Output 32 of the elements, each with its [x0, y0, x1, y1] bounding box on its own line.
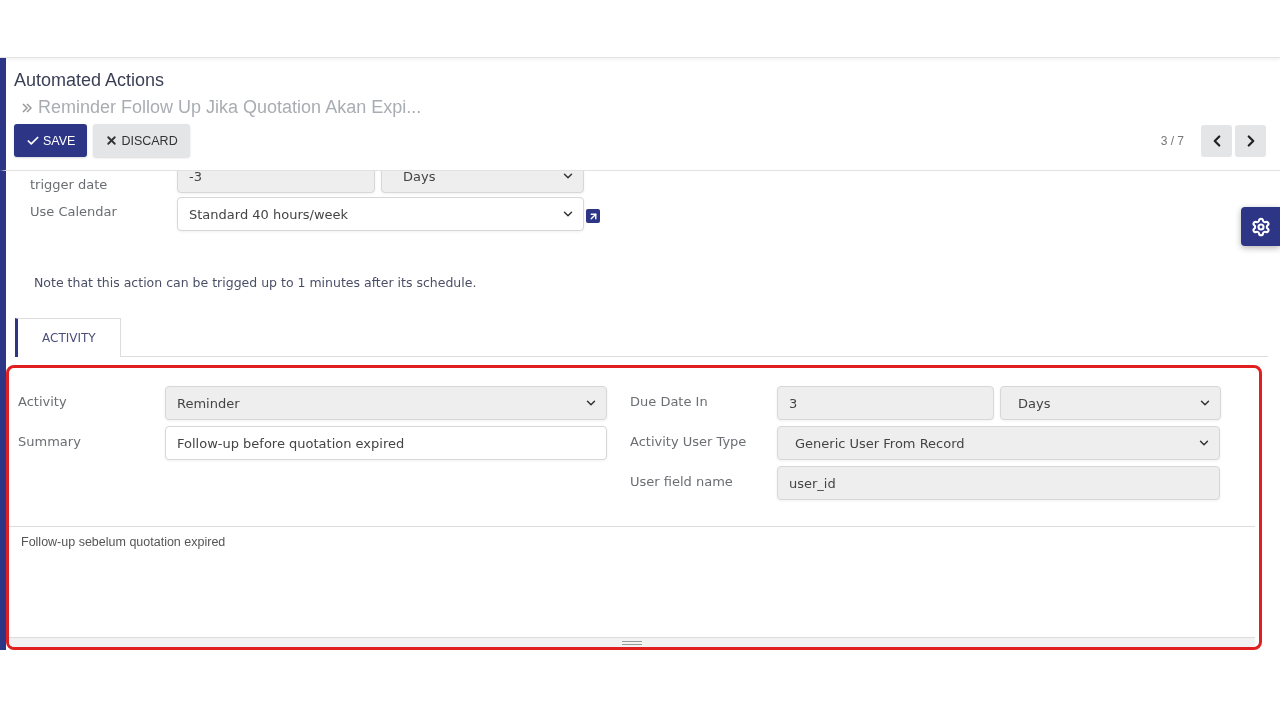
discard-button[interactable]: DISCARD [93, 124, 190, 157]
resize-handle[interactable] [9, 637, 1255, 647]
settings-button[interactable] [1241, 207, 1280, 246]
select-field[interactable]: Reminder [165, 386, 607, 420]
pager-counter: 3 / 7 [1160, 133, 1184, 148]
field-label: Summary [18, 433, 82, 449]
gear-icon [1250, 216, 1271, 237]
field-label: Activity User Type [630, 433, 748, 449]
record-name: Reminder Follow Up Jika Quotation Akan Expi... [38, 97, 422, 118]
field-label: Use Calendar [30, 203, 118, 219]
note-text: Follow-up sebelum quotation expired [21, 535, 226, 549]
next-button[interactable] [1235, 124, 1266, 157]
external-link-icon[interactable] [586, 209, 600, 223]
double-chevron-icon [22, 102, 32, 113]
input-field[interactable]: user_id [777, 466, 1220, 500]
field-label: Due Date In [630, 393, 709, 409]
unit-select[interactable]: Days [381, 171, 584, 193]
select-field[interactable]: Standard 40 hours/week [177, 197, 584, 231]
schedule-note: Note that this action can be trigged up to 1 minutes after its schedule. [34, 275, 478, 290]
field-label: Activity [18, 393, 68, 409]
unit-select[interactable]: Days [1000, 386, 1221, 420]
save-button[interactable]: SAVE [14, 124, 88, 157]
page-title: Automated Actions [14, 70, 166, 91]
number-field[interactable]: 3 [777, 386, 994, 420]
select-field[interactable]: Generic User From Record [777, 426, 1220, 460]
field-label: trigger date [30, 176, 109, 192]
input-field[interactable]: Follow-up before quotation expired [165, 426, 607, 460]
previous-button[interactable] [1201, 124, 1232, 157]
field-label: User field name [630, 473, 734, 489]
tab[interactable]: ACTIVITY [15, 318, 121, 357]
x-icon [105, 134, 119, 147]
number-field[interactable]: -3 [177, 171, 375, 193]
